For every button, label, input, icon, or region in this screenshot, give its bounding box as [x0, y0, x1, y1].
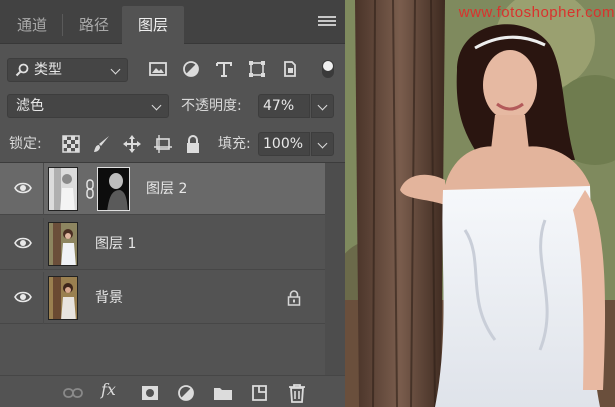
- layers-panel: 通道 路径 图层 类型 滤色 不透明度: 47% 锁定: 填充: 100% 图层…: [0, 0, 345, 407]
- blend-mode-value: 滤色: [16, 98, 44, 114]
- layer-thumbnail-image: [49, 168, 77, 210]
- shape-filter-icon[interactable]: [246, 58, 268, 80]
- chevron-down-icon: [317, 138, 328, 149]
- smart-object-filter-icon[interactable]: [279, 58, 301, 80]
- search-icon: [15, 63, 29, 77]
- filter-kind-dropdown[interactable]: 类型: [7, 58, 128, 82]
- divider: [43, 163, 44, 215]
- layer-thumbnail-image: [49, 277, 77, 319]
- layer-name: 图层 1: [95, 236, 137, 252]
- photo-image: [345, 0, 615, 407]
- blend-mode-dropdown[interactable]: 滤色: [7, 94, 169, 118]
- layer-row-layer-1[interactable]: 图层 1: [0, 218, 325, 270]
- layers-bottom-bar: fx: [0, 375, 345, 407]
- new-group-icon[interactable]: [212, 382, 234, 404]
- watermark-text: www.fotoshopher.com: [458, 4, 615, 21]
- fill-input[interactable]: 100%: [258, 132, 310, 156]
- divider: [43, 272, 44, 324]
- tab-layers[interactable]: 图层: [122, 6, 184, 45]
- eye-icon[interactable]: [14, 236, 32, 250]
- fx-icon[interactable]: fx: [101, 380, 116, 399]
- opacity-input[interactable]: 47%: [258, 94, 310, 118]
- fill-slider-toggle[interactable]: [311, 132, 334, 156]
- document-canvas[interactable]: www.fotoshopher.com: [345, 0, 615, 407]
- lock-artboard-icon[interactable]: [152, 133, 174, 155]
- tab-paths[interactable]: 路径: [66, 6, 122, 44]
- divider: [43, 218, 44, 270]
- layers-scrollbar[interactable]: [325, 163, 345, 375]
- opacity-slider-toggle[interactable]: [311, 94, 334, 118]
- layer-row-background[interactable]: 背景: [0, 272, 325, 324]
- link-layers-icon[interactable]: [62, 382, 84, 404]
- layer-thumbnail: [48, 222, 78, 266]
- panel-tab-bar: 通道 路径 图层: [0, 0, 345, 45]
- new-layer-icon[interactable]: [249, 382, 271, 404]
- panel-menu-icon[interactable]: [318, 14, 336, 30]
- chevron-down-icon: [151, 100, 162, 111]
- trash-icon[interactable]: [286, 382, 308, 404]
- lock-all-icon[interactable]: [182, 133, 204, 155]
- type-filter-icon[interactable]: [213, 58, 235, 80]
- link-icon[interactable]: [85, 179, 95, 199]
- lock-position-icon[interactable]: [121, 133, 143, 155]
- adjustment-filter-icon[interactable]: [180, 58, 202, 80]
- layer-name: 图层 2: [146, 181, 188, 197]
- layer-mask-thumbnail[interactable]: [97, 167, 130, 211]
- chevron-down-icon: [317, 100, 328, 111]
- lock-label: 锁定:: [9, 136, 42, 152]
- filter-kind-label: 类型: [34, 62, 62, 78]
- lock-icon: [287, 290, 301, 306]
- layer-name: 背景: [95, 290, 123, 306]
- fill-label: 填充:: [218, 136, 251, 152]
- eye-icon[interactable]: [14, 181, 32, 195]
- lock-transparent-icon[interactable]: [60, 133, 82, 155]
- layer-thumbnail: [48, 167, 78, 211]
- image-filter-icon[interactable]: [147, 58, 169, 80]
- layer-row-layer-2[interactable]: 图层 2: [0, 163, 325, 215]
- lock-image-icon[interactable]: [91, 133, 113, 155]
- filter-toggle-icon[interactable]: [318, 58, 338, 80]
- tab-divider: [62, 14, 63, 36]
- layer-thumbnail-image: [49, 223, 77, 265]
- layer-thumbnail: [48, 276, 78, 320]
- eye-icon[interactable]: [14, 290, 32, 304]
- layer-mask-image: [98, 168, 129, 210]
- opacity-label: 不透明度:: [181, 98, 242, 114]
- chevron-down-icon: [110, 64, 121, 75]
- adjustment-layer-icon[interactable]: [175, 382, 197, 404]
- add-mask-icon[interactable]: [139, 382, 161, 404]
- tab-channels[interactable]: 通道: [6, 6, 58, 44]
